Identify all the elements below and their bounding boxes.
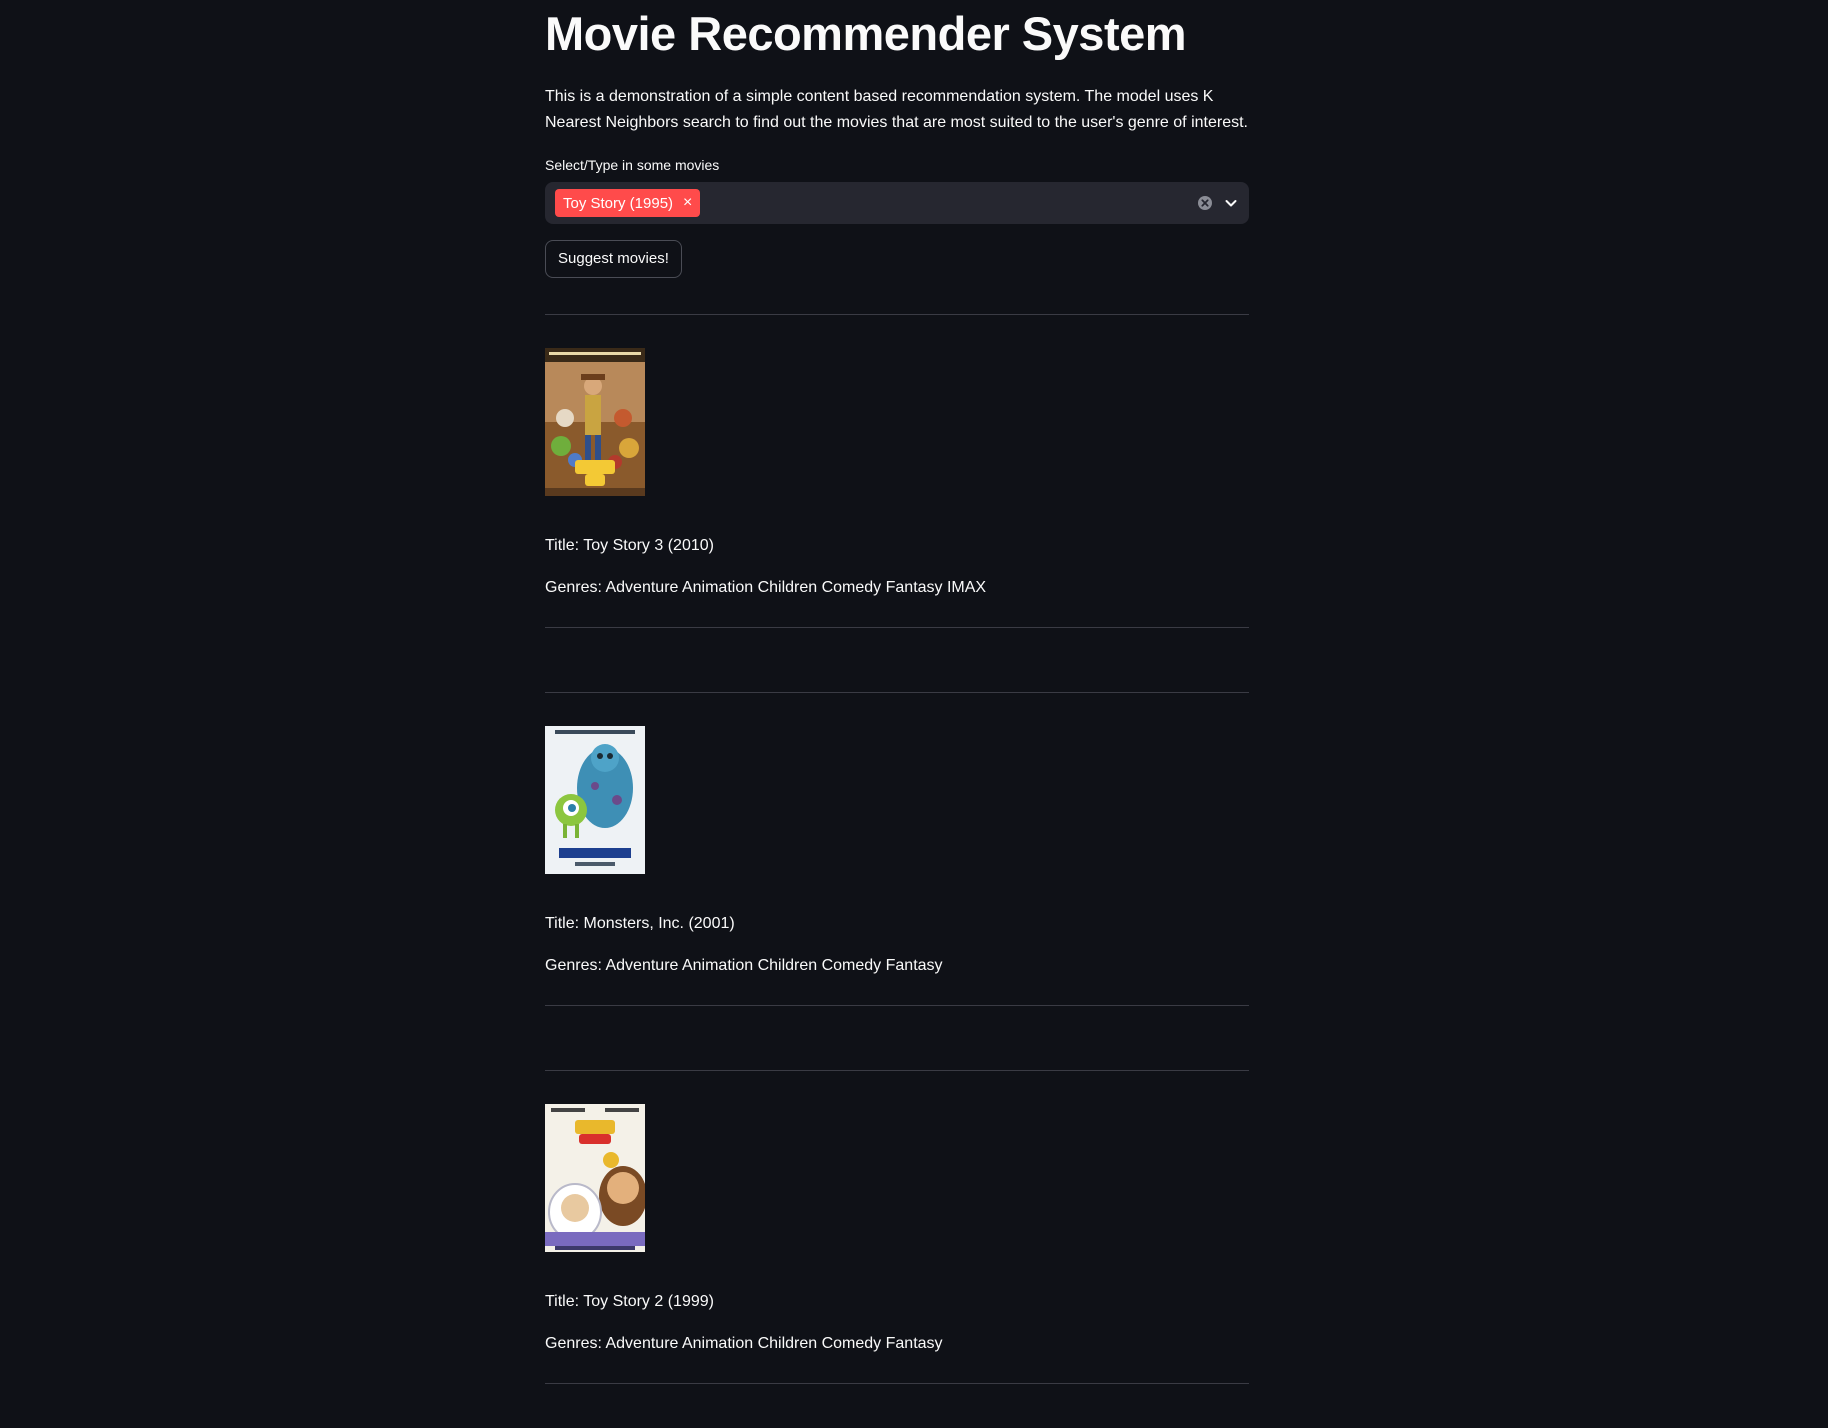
chevron-down-icon[interactable] (1223, 195, 1239, 211)
divider (545, 692, 1249, 693)
recommendation-title: Title: Monsters, Inc. (2001) (545, 915, 735, 932)
page-title: Movie Recommender System (545, 7, 1187, 60)
recommendation-card: Title: Monsters, Inc. (2001) Genres: Adv… (545, 726, 1249, 974)
divider (545, 1383, 1249, 1384)
recommendation-genres: Genres: Adventure Animation Children Com… (545, 579, 987, 596)
divider (545, 1005, 1249, 1006)
divider (545, 627, 1249, 628)
toy-story-2-poster (545, 1104, 645, 1252)
recommendation-genres: Genres: Adventure Animation Children Com… (545, 957, 943, 974)
movie-select-label: Select/Type in some movies (545, 157, 720, 173)
main-content: Movie Recommender System This is a demon… (545, 0, 1249, 278)
recommendation-title: Title: Toy Story 2 (1999) (545, 1293, 714, 1310)
suggest-movies-button[interactable]: Suggest movies! (545, 240, 682, 278)
intro-text: This is a demonstration of a simple cont… (545, 88, 1248, 131)
recommendation-card: Title: Toy Story 2 (1999) Genres: Advent… (545, 1104, 1249, 1352)
recommendation-genres: Genres: Adventure Animation Children Com… (545, 1335, 943, 1352)
selected-movie-label: Toy Story (1995) (563, 194, 674, 212)
recommendation-title: Title: Toy Story 3 (2010) (545, 537, 714, 554)
monsters-inc-poster (545, 726, 645, 874)
divider (545, 1070, 1249, 1071)
movie-multiselect[interactable]: Toy Story (1995) × (545, 182, 1249, 224)
selected-movie-tag[interactable]: Toy Story (1995) × (555, 189, 701, 217)
toy-story-3-poster (545, 348, 645, 496)
recommendation-card: Title: Toy Story 3 (2010) Genres: Advent… (545, 348, 1249, 596)
remove-tag-icon[interactable]: × (683, 194, 692, 212)
clear-circle-icon[interactable] (1197, 195, 1213, 211)
divider (545, 314, 1249, 315)
